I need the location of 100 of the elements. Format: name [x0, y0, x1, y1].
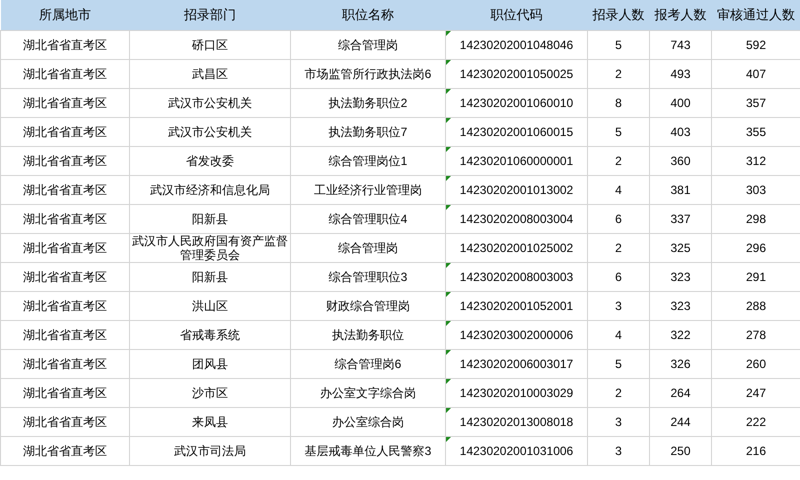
- error-indicator-icon: [446, 320, 451, 326]
- error-indicator-icon: [446, 146, 451, 152]
- table-cell: 湖北省省直考区: [0, 291, 130, 320]
- table-cell: 执法勤务职位2: [290, 88, 446, 117]
- table-cell: 14230202008003003: [446, 262, 588, 291]
- table-cell: 14230202001048046: [446, 30, 588, 59]
- table-cell: 办公室文字综合岗: [290, 378, 446, 407]
- table-cell: 3: [588, 291, 650, 320]
- error-indicator-icon: [446, 88, 451, 94]
- table-cell: 6: [588, 204, 650, 233]
- table-cell: 阳新县: [130, 204, 290, 233]
- table-cell: 360: [650, 146, 712, 175]
- table-cell: 2: [588, 146, 650, 175]
- table-cell: 硚口区: [130, 30, 290, 59]
- table-cell: 湖北省省直考区: [0, 436, 130, 465]
- table-cell: 综合管理岗位1: [290, 146, 446, 175]
- table-cell: 5: [588, 30, 650, 59]
- table-cell: 湖北省省直考区: [0, 175, 130, 204]
- column-header: 招录部门: [130, 0, 290, 30]
- table-cell: 湖北省省直考区: [0, 30, 130, 59]
- table-cell: 湖北省省直考区: [0, 349, 130, 378]
- table-cell: 14230202013008018: [446, 407, 588, 436]
- column-header: 报考人数: [650, 0, 712, 30]
- table-cell: 14230202001060015: [446, 117, 588, 146]
- table-cell: 14230202001052001: [446, 291, 588, 320]
- table-cell: 阳新县: [130, 262, 290, 291]
- table-cell: 综合管理职位3: [290, 262, 446, 291]
- table-cell: 市场监管所行政执法岗6: [290, 59, 446, 88]
- table-cell: 5: [588, 117, 650, 146]
- table-cell: 基层戒毒单位人民警察3: [290, 436, 446, 465]
- table-cell: 323: [650, 291, 712, 320]
- table-cell: 592: [712, 30, 800, 59]
- table-cell: 493: [650, 59, 712, 88]
- table-cell: 14230202008003004: [446, 204, 588, 233]
- table-cell: 湖北省省直考区: [0, 88, 130, 117]
- table-cell: 武昌区: [130, 59, 290, 88]
- table-cell: 工业经济行业管理岗: [290, 175, 446, 204]
- table-cell: 综合管理岗: [290, 30, 446, 59]
- table-cell: 2: [588, 59, 650, 88]
- error-indicator-icon: [446, 176, 451, 180]
- table-cell: 省戒毒系统: [130, 320, 290, 349]
- table-cell: 武汉市公安机关: [130, 117, 290, 146]
- column-header: 所属地市: [0, 0, 130, 30]
- table-cell: 14230202001050025: [446, 59, 588, 88]
- error-indicator-icon: [446, 118, 451, 122]
- table-cell: 14230202001025002: [446, 233, 588, 262]
- table-cell: 武汉市司法局: [130, 436, 290, 465]
- table-cell: 743: [650, 30, 712, 59]
- table-cell: 400: [650, 88, 712, 117]
- table-cell: 14230202010003029: [446, 378, 588, 407]
- table-cell: 湖北省省直考区: [0, 59, 130, 88]
- column-header: 职位代码: [446, 0, 588, 30]
- table-cell: 湖北省省直考区: [0, 233, 130, 262]
- table-cell: 执法勤务职位7: [290, 117, 446, 146]
- table-cell: 14230201060000001: [446, 146, 588, 175]
- table-cell: 湖北省省直考区: [0, 146, 130, 175]
- table-cell: 264: [650, 378, 712, 407]
- table-cell: 403: [650, 117, 712, 146]
- table-cell: 14230202001031006: [446, 436, 588, 465]
- table-cell: 2: [588, 233, 650, 262]
- error-indicator-icon: [446, 350, 451, 354]
- table-cell: 湖北省省直考区: [0, 117, 130, 146]
- error-indicator-icon: [446, 378, 451, 384]
- table-cell: 综合管理职位4: [290, 204, 446, 233]
- table-cell: 2: [588, 378, 650, 407]
- table-cell: 4: [588, 175, 650, 204]
- table-cell: 381: [650, 175, 712, 204]
- table-cell: 4: [588, 320, 650, 349]
- table-cell: 湖北省省直考区: [0, 262, 130, 291]
- table-cell: 办公室综合岗: [290, 407, 446, 436]
- table-cell: 326: [650, 349, 712, 378]
- table-cell: 省发改委: [130, 146, 290, 175]
- table-cell: 244: [650, 407, 712, 436]
- table-cell: 执法勤务职位: [290, 320, 446, 349]
- column-header: 审核通过人数: [712, 0, 800, 30]
- table-cell: 14230202001060010: [446, 88, 588, 117]
- table-cell: 湖北省省直考区: [0, 378, 130, 407]
- table-cell: 综合管理岗6: [290, 349, 446, 378]
- error-indicator-icon: [446, 408, 451, 412]
- table-cell: 武汉市公安机关: [130, 88, 290, 117]
- table-cell: 团风县: [130, 349, 290, 378]
- table-cell: 8: [588, 88, 650, 117]
- table-cell: 武汉市经济和信息化局: [130, 175, 290, 204]
- error-indicator-icon: [446, 436, 451, 442]
- table-cell: 337: [650, 204, 712, 233]
- error-indicator-icon: [446, 292, 451, 296]
- table-cell: 洪山区: [130, 291, 290, 320]
- table-cell: 武汉市人民政府国有资产监督管理委员会: [130, 233, 290, 262]
- table-cell: 250: [650, 436, 712, 465]
- table-cell: 来凤县: [130, 407, 290, 436]
- table-cell: 湖北省省直考区: [0, 407, 130, 436]
- column-header: 职位名称: [290, 0, 446, 30]
- table-cell: 湖北省省直考区: [0, 320, 130, 349]
- table-cell: 6: [588, 262, 650, 291]
- column-header: 招录人数: [588, 0, 650, 30]
- error-indicator-icon: [446, 60, 451, 64]
- error-indicator-icon: [446, 204, 451, 210]
- table-cell: 湖北省省直考区: [0, 204, 130, 233]
- table-cell: 沙市区: [130, 378, 290, 407]
- table-cell: 财政综合管理岗: [290, 291, 446, 320]
